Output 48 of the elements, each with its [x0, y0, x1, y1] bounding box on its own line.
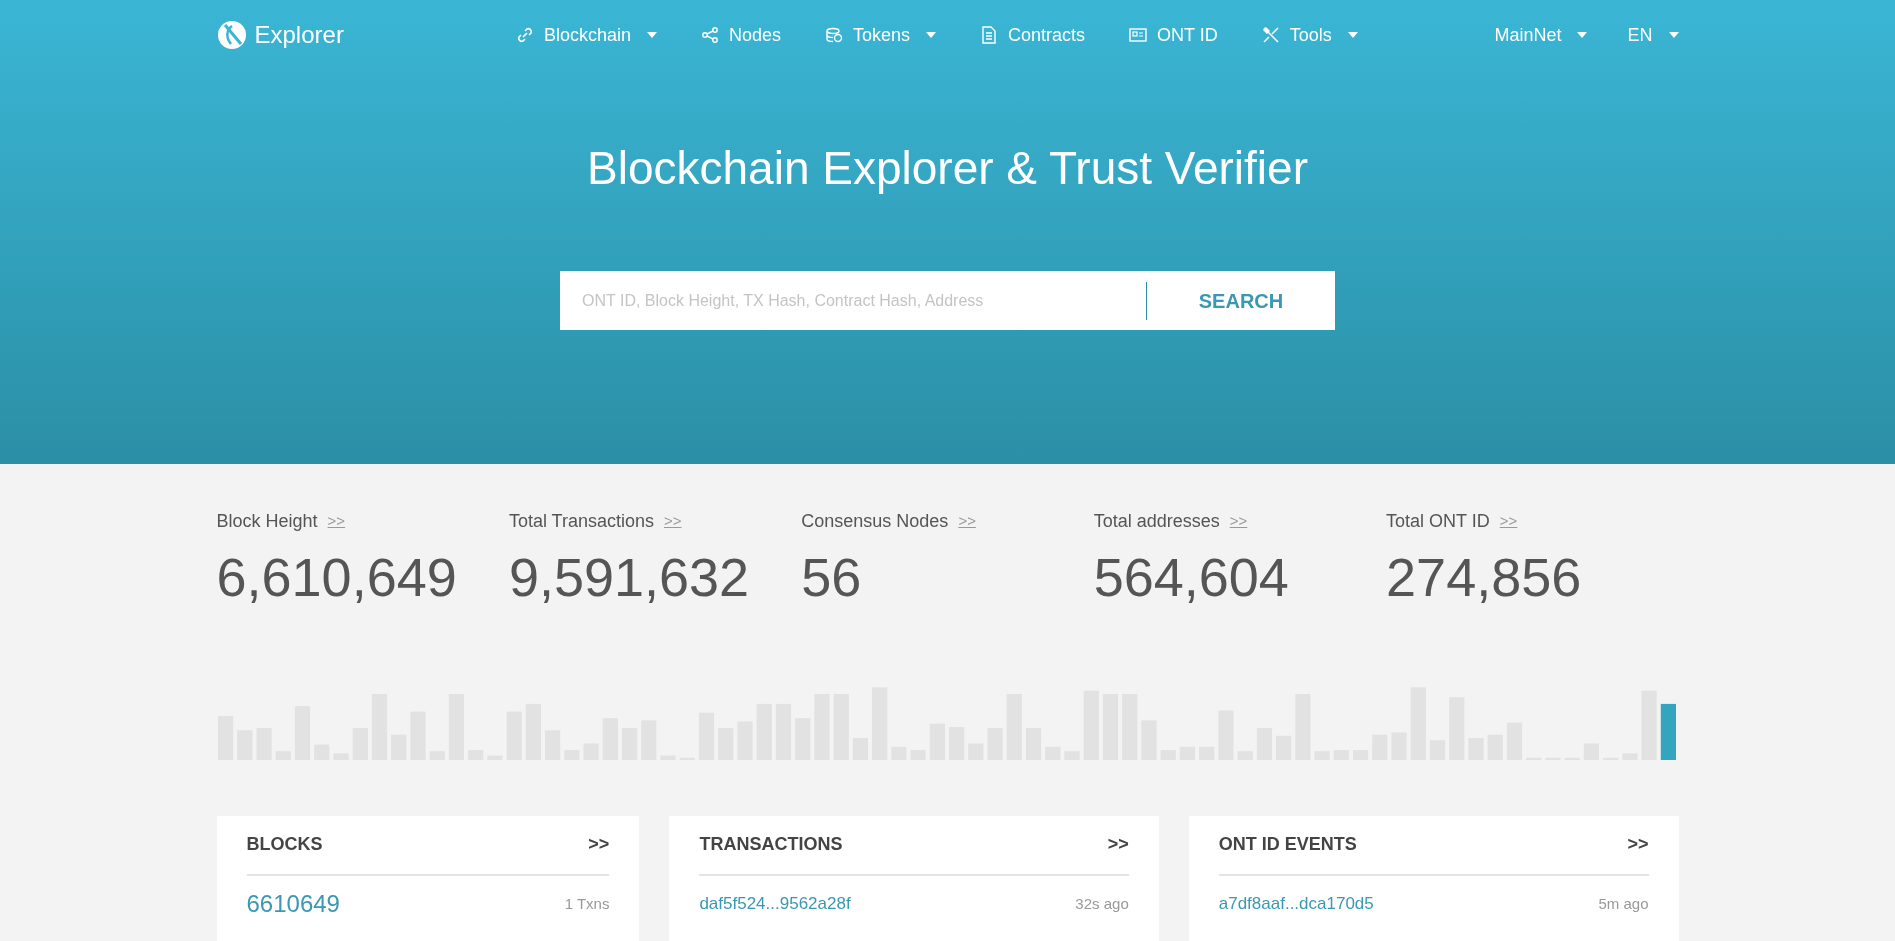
more-link[interactable]: >>: [1627, 831, 1649, 859]
search-field[interactable]: ONT ID, Block Height, TX Hash, Contract Hash, Address SEARCH: [560, 271, 1335, 330]
nav-link[interactable]: Contracts: [980, 21, 1086, 49]
stat-value: 564,604: [1093, 546, 1290, 609]
brand-name[interactable]: Explorer: [254, 17, 344, 53]
search-button[interactable]: SEARCH: [1147, 271, 1335, 330]
row-meta: 5m ago: [1598, 893, 1649, 914]
dropdown-toggle-link[interactable]: EN: [1627, 21, 1679, 49]
row-link[interactable]: a7df8aaf...dca170d5: [1218, 891, 1374, 917]
nav-link[interactable]: Tokens: [824, 21, 936, 49]
stat-label: Total ONT ID: [1386, 510, 1490, 533]
stat-label: Consensus Nodes: [801, 510, 949, 533]
stat-label: Block Height: [216, 510, 318, 533]
tools-icon: [1261, 26, 1280, 44]
stat-label: Total addresses: [1093, 510, 1220, 533]
more-link[interactable]: >>: [663, 510, 682, 533]
stat-value: 6,610,649: [216, 546, 458, 609]
row-link[interactable]: daf5f524...9562a28f: [699, 891, 851, 917]
more-link[interactable]: >>: [1107, 831, 1129, 859]
stat-value: 56: [801, 546, 863, 609]
logo-icon: [216, 20, 247, 50]
link-icon: [515, 26, 534, 44]
more-link[interactable]: >>: [958, 510, 976, 533]
panel-title: TRANSACTIONS: [699, 833, 843, 857]
row-link[interactable]: 6610649: [246, 885, 340, 922]
more-link[interactable]: >>: [327, 510, 346, 533]
more-link[interactable]: >>: [1499, 510, 1518, 533]
stat-label: Total Transactions: [508, 510, 654, 533]
caret-icon: [1668, 32, 1679, 38]
more-link[interactable]: >>: [1229, 510, 1248, 533]
more-link[interactable]: >>: [588, 831, 610, 859]
row-meta: 32s ago: [1075, 893, 1129, 914]
document-icon: [980, 26, 998, 44]
panel-title: BLOCKS: [246, 833, 323, 857]
coins-icon: [824, 26, 843, 44]
hero-title: Blockchain Explorer & Trust Verifier: [586, 141, 1309, 196]
stat-value: 274,856: [1386, 546, 1583, 609]
panel-title: ONT ID EVENTS: [1218, 833, 1357, 857]
share-icon: [700, 26, 719, 44]
row-meta: 1 Txns: [564, 893, 610, 914]
nav-link[interactable]: ONT ID: [1129, 21, 1218, 49]
dropdown-toggle-link[interactable]: MainNet: [1494, 21, 1588, 49]
nav-link[interactable]: Tools: [1261, 21, 1358, 49]
id-card-icon: [1129, 26, 1148, 44]
nav-link[interactable]: Blockchain: [515, 21, 657, 49]
nav-link[interactable]: Nodes: [700, 21, 781, 49]
caret-icon: [1577, 32, 1588, 38]
stat-value: 9,591,632: [508, 546, 751, 609]
